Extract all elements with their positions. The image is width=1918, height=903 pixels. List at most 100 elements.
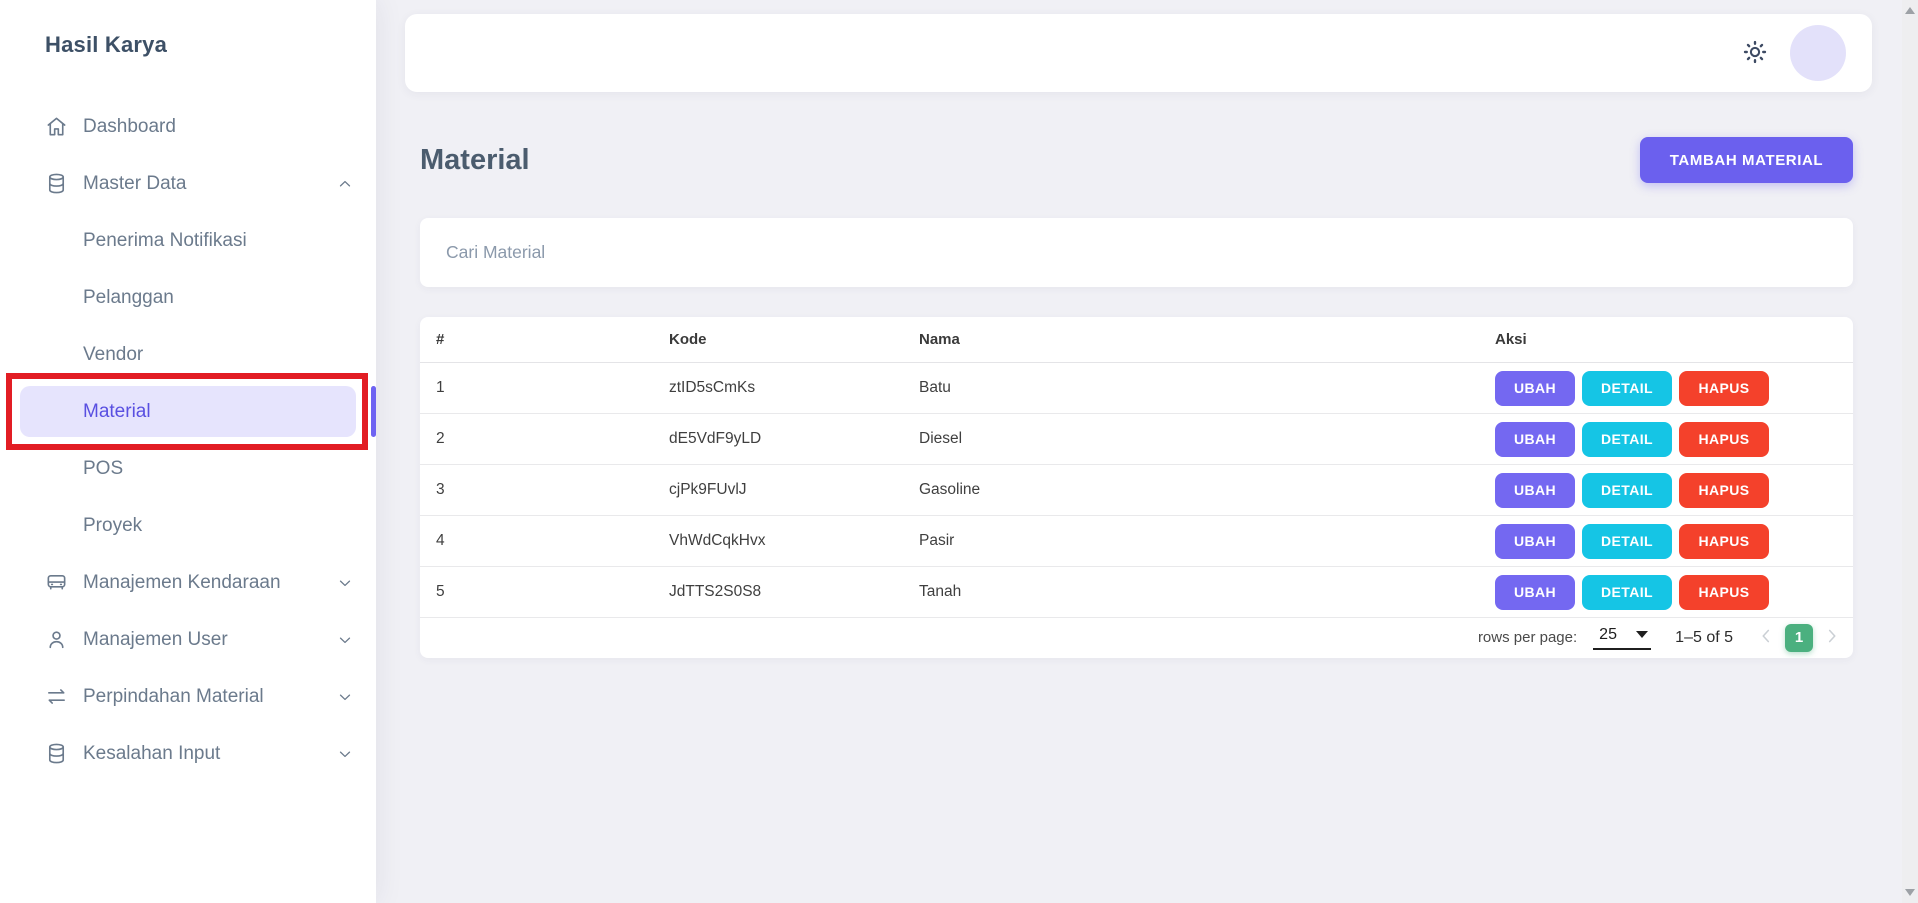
sidebar-item-pos[interactable]: POS — [0, 440, 376, 497]
chevron-up-icon — [336, 175, 354, 193]
cell-nama: Gasoline — [903, 481, 1479, 499]
search-card — [420, 218, 1853, 287]
table-header: #KodeNamaAksi — [420, 317, 1853, 363]
active-item-highlight — [20, 386, 356, 437]
rows-per-page-label: rows per page: — [1478, 629, 1577, 646]
hapus-button[interactable]: HAPUS — [1679, 524, 1769, 559]
avatar[interactable] — [1790, 25, 1846, 81]
table-row: 5JdTTS2S0S8TanahUBAHDETAILHAPUS — [420, 567, 1853, 618]
rows-per-page-value: 25 — [1599, 626, 1617, 644]
cell-num: 1 — [420, 379, 653, 397]
table-body: 1ztID5sCmKsBatuUBAHDETAILHAPUS2dE5VdF9yL… — [420, 363, 1853, 618]
cell-nama: Tanah — [903, 583, 1479, 601]
sidebar-item-label: Kesalahan Input — [83, 743, 220, 765]
pagination-range: 1–5 of 5 — [1675, 629, 1733, 647]
sidebar-item-label: Manajemen User — [83, 629, 228, 651]
cell-num: 5 — [420, 583, 653, 601]
sun-icon — [1742, 39, 1768, 68]
row-actions: UBAHDETAILHAPUS — [1479, 524, 1853, 559]
sidebar-item-material[interactable]: Material — [0, 383, 376, 440]
hapus-button[interactable]: HAPUS — [1679, 575, 1769, 610]
chevron-down-icon — [336, 631, 354, 649]
sidebar-item-label: Master Data — [83, 173, 186, 195]
sidebar-item-manajemen-user[interactable]: Manajemen User — [0, 611, 376, 668]
sidebar-item-dashboard[interactable]: Dashboard — [0, 98, 376, 155]
detail-button[interactable]: DETAIL — [1582, 575, 1672, 610]
ubah-button[interactable]: UBAH — [1495, 422, 1575, 457]
home-icon — [45, 115, 69, 139]
detail-button[interactable]: DETAIL — [1582, 371, 1672, 406]
hapus-button[interactable]: HAPUS — [1679, 473, 1769, 508]
rows-per-page-select[interactable]: 25 — [1593, 626, 1651, 650]
row-actions: UBAHDETAILHAPUS — [1479, 371, 1853, 406]
cell-nama: Diesel — [903, 430, 1479, 448]
sidebar-item-label: Manajemen Kendaraan — [83, 572, 281, 594]
sidebar-item-proyek[interactable]: Proyek — [0, 497, 376, 554]
vertical-scrollbar[interactable] — [1902, 0, 1918, 903]
page-1-button[interactable]: 1 — [1785, 624, 1813, 652]
user-icon — [45, 628, 69, 652]
sidebar-item-vendor[interactable]: Vendor — [0, 326, 376, 383]
detail-button[interactable]: DETAIL — [1582, 422, 1672, 457]
database-icon — [45, 742, 69, 766]
row-actions: UBAHDETAILHAPUS — [1479, 473, 1853, 508]
cell-nama: Batu — [903, 379, 1479, 397]
page-title: Material — [420, 144, 530, 177]
cell-num: 3 — [420, 481, 653, 499]
previous-page-button[interactable] — [1755, 625, 1777, 650]
next-page-button[interactable] — [1821, 625, 1843, 650]
cell-kode: ztID5sCmKs — [653, 379, 903, 397]
theme-toggle-button[interactable] — [1740, 38, 1770, 68]
row-actions: UBAHDETAILHAPUS — [1479, 575, 1853, 610]
hapus-button[interactable]: HAPUS — [1679, 422, 1769, 457]
tambah-material-button[interactable]: TAMBAH MATERIAL — [1640, 137, 1853, 183]
table-row: 2dE5VdF9yLDDieselUBAHDETAILHAPUS — [420, 414, 1853, 465]
column-header-nama: Nama — [903, 331, 1479, 348]
detail-button[interactable]: DETAIL — [1582, 473, 1672, 508]
car-icon — [45, 571, 69, 595]
sidebar-item-perpindahan-material[interactable]: Perpindahan Material — [0, 668, 376, 725]
sidebar-item-label: Dashboard — [83, 116, 176, 138]
scroll-up-arrow-icon[interactable] — [1905, 7, 1915, 14]
table-row: 3cjPk9FUvlJGasolineUBAHDETAILHAPUS — [420, 465, 1853, 516]
sidebar-item-label: Proyek — [83, 515, 142, 537]
sidebar-item-penerima-notifikasi[interactable]: Penerima Notifikasi — [0, 212, 376, 269]
table-row: 4VhWdCqkHvxPasirUBAHDETAILHAPUS — [420, 516, 1853, 567]
ubah-button[interactable]: UBAH — [1495, 524, 1575, 559]
cell-num: 2 — [420, 430, 653, 448]
detail-button[interactable]: DETAIL — [1582, 524, 1672, 559]
cell-nama: Pasir — [903, 532, 1479, 550]
ubah-button[interactable]: UBAH — [1495, 473, 1575, 508]
cell-kode: JdTTS2S0S8 — [653, 583, 903, 601]
transfer-icon — [45, 685, 69, 709]
cell-kode: cjPk9FUvlJ — [653, 481, 903, 499]
active-item-indicator — [371, 386, 376, 437]
cell-num: 4 — [420, 532, 653, 550]
sidebar-item-master-data[interactable]: Master Data — [0, 155, 376, 212]
chevron-down-icon — [336, 688, 354, 706]
page-header: Material TAMBAH MATERIAL — [420, 136, 1853, 184]
sidebar: Hasil Karya DashboardMaster DataPenerima… — [0, 0, 376, 903]
sidebar-nav: Dashboard Master Data Penerima Notifikasi P… — [0, 98, 376, 782]
sidebar-item-label: POS — [83, 458, 123, 480]
sidebar-item-label: Penerima Notifikasi — [83, 230, 247, 252]
chevron-down-icon — [336, 574, 354, 592]
sidebar-item-pelanggan[interactable]: Pelanggan — [0, 269, 376, 326]
sidebar-item-kesalahan-input[interactable]: Kesalahan Input — [0, 725, 376, 782]
ubah-button[interactable]: UBAH — [1495, 575, 1575, 610]
sidebar-item-label: Pelanggan — [83, 287, 174, 309]
scroll-down-arrow-icon[interactable] — [1905, 889, 1915, 896]
column-header-kode: Kode — [653, 331, 903, 348]
database-icon — [45, 172, 69, 196]
column-header-num: # — [420, 331, 653, 348]
ubah-button[interactable]: UBAH — [1495, 371, 1575, 406]
caret-down-icon — [1636, 631, 1648, 638]
table-row: 1ztID5sCmKsBatuUBAHDETAILHAPUS — [420, 363, 1853, 414]
sidebar-item-label: Material — [83, 401, 151, 423]
search-input[interactable] — [420, 218, 1853, 287]
sidebar-item-label: Perpindahan Material — [83, 686, 264, 708]
sidebar-item-manajemen-kendaraan[interactable]: Manajemen Kendaraan — [0, 554, 376, 611]
topbar — [405, 14, 1872, 92]
sidebar-item-label: Vendor — [83, 344, 143, 366]
hapus-button[interactable]: HAPUS — [1679, 371, 1769, 406]
